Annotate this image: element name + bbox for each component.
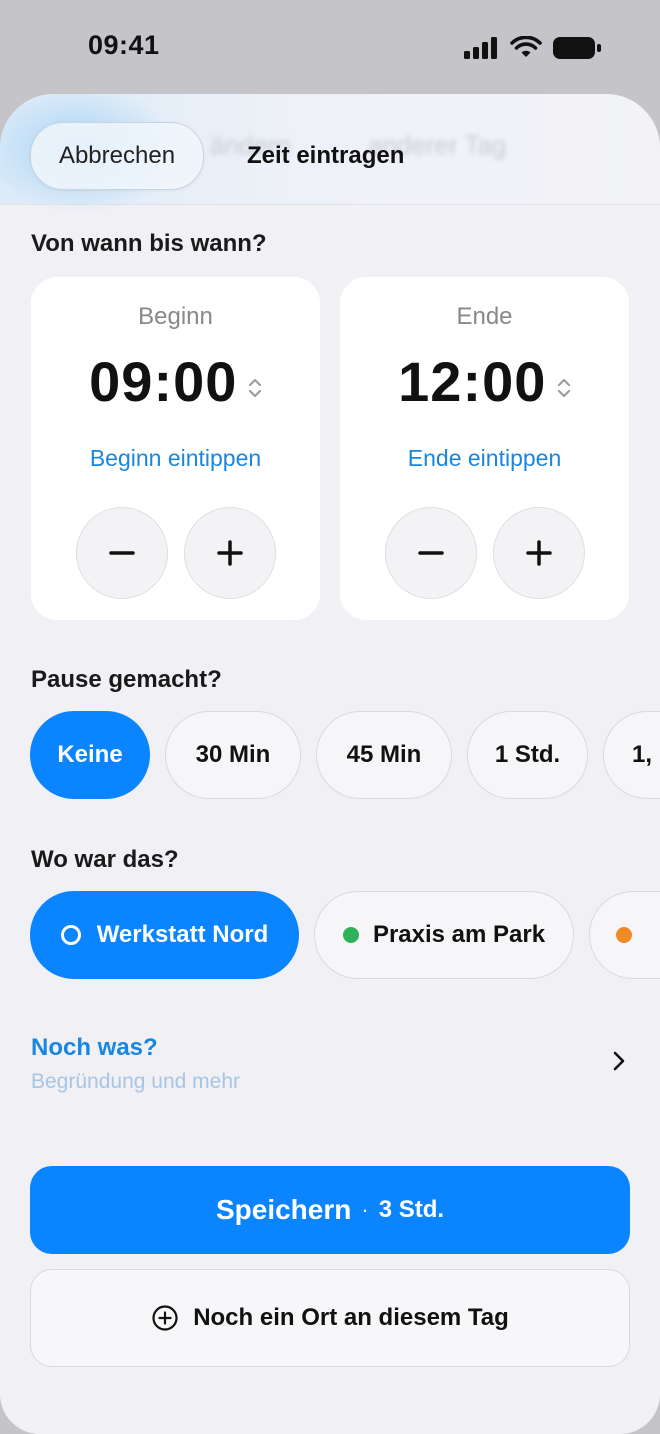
pause-option-30[interactable]: 30 Min bbox=[165, 711, 301, 799]
save-button[interactable]: Speichern · 3 Std. bbox=[30, 1166, 630, 1254]
cancel-button[interactable]: Abbrechen bbox=[30, 122, 204, 190]
battery-icon bbox=[553, 37, 601, 59]
wifi-icon bbox=[510, 36, 542, 57]
location-option-werkstatt-nord[interactable]: Werkstatt Nord bbox=[30, 891, 299, 979]
pause-option-none[interactable]: Keine bbox=[30, 711, 150, 799]
start-time-picker[interactable]: 09:00 bbox=[31, 349, 320, 414]
green-dot-icon bbox=[342, 927, 359, 943]
status-bar: 09:41 bbox=[0, 0, 660, 94]
sheet-title: Zeit eintragen bbox=[247, 142, 405, 169]
minus-icon bbox=[418, 551, 444, 555]
plus-icon bbox=[526, 540, 552, 566]
pause-option-45[interactable]: 45 Min bbox=[316, 711, 452, 799]
sheet-header: ändern anderer Tag Abbrechen Zeit eintra… bbox=[0, 94, 660, 214]
end-time-value: 12:00 bbox=[398, 350, 547, 413]
more-subtitle: Begründung und mehr bbox=[31, 1070, 240, 1093]
minus-icon bbox=[109, 551, 135, 555]
location-label: Praxis am Park bbox=[372, 921, 546, 948]
save-label: Speichern bbox=[215, 1194, 352, 1225]
end-time-card: Ende 12:00 Ende eintippen bbox=[340, 277, 629, 620]
start-time-value: 09:00 bbox=[89, 350, 238, 413]
plus-circle-icon bbox=[151, 1304, 179, 1332]
location-option-praxis-am-park[interactable]: Praxis am Park bbox=[314, 891, 574, 979]
status-icons bbox=[464, 36, 602, 60]
chevron-up-down-icon bbox=[557, 378, 570, 397]
start-plus-button[interactable] bbox=[184, 507, 276, 599]
end-time-picker[interactable]: 12:00 bbox=[340, 349, 629, 414]
chevron-right-icon bbox=[613, 1051, 625, 1071]
pause-option-1h[interactable]: 1 Std. bbox=[467, 711, 588, 799]
pause-option-more[interactable]: 1, bbox=[603, 711, 660, 799]
selected-ring-icon bbox=[60, 925, 81, 945]
orange-dot-icon bbox=[616, 927, 632, 943]
add-another-location-label: Noch ein Ort an diesem Tag bbox=[193, 1304, 509, 1331]
end-plus-button[interactable] bbox=[493, 507, 585, 599]
start-minus-button[interactable] bbox=[76, 507, 168, 599]
chevron-up-down-icon bbox=[248, 378, 261, 397]
start-title: Beginn bbox=[138, 303, 213, 330]
more-title: Noch was? bbox=[31, 1034, 158, 1061]
end-minus-button[interactable] bbox=[385, 507, 477, 599]
save-hours: 3 Std. bbox=[378, 1196, 445, 1223]
cellular-signal-icon bbox=[464, 37, 497, 59]
status-time: 09:41 bbox=[88, 30, 160, 60]
time-section-label: Von wann bis wann? bbox=[31, 230, 267, 257]
location-label: Werkstatt Nord bbox=[96, 921, 269, 948]
end-title: Ende bbox=[456, 303, 513, 330]
pause-section-label: Pause gemacht? bbox=[31, 666, 222, 693]
save-separator: · bbox=[361, 1197, 369, 1222]
location-section-label: Wo war das? bbox=[31, 846, 179, 873]
time-entry-sheet: ändern anderer Tag Abbrechen Zeit eintra… bbox=[0, 94, 660, 1434]
start-type-link[interactable]: Beginn eintippen bbox=[31, 445, 320, 472]
start-time-card: Beginn 09:00 Beginn eintippen bbox=[31, 277, 320, 620]
end-type-link[interactable]: Ende eintippen bbox=[340, 445, 629, 472]
plus-icon bbox=[217, 540, 243, 566]
add-another-location-button[interactable]: Noch ein Ort an diesem Tag bbox=[30, 1269, 630, 1367]
location-option-more[interactable] bbox=[589, 891, 660, 979]
